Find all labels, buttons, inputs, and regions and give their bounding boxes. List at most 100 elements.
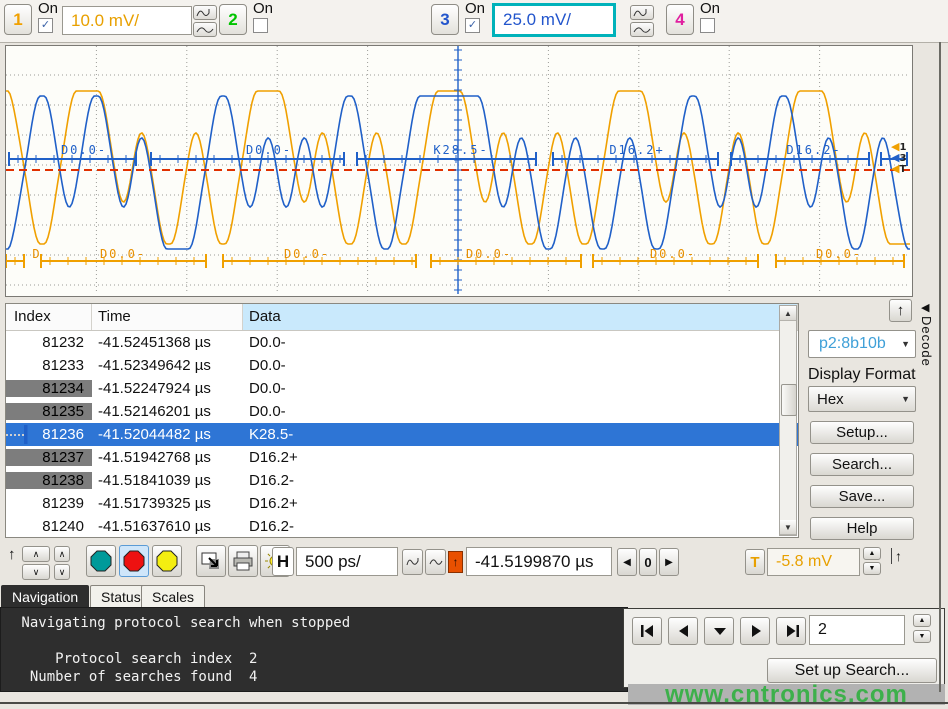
channel-1-checkbox[interactable]: ✓ — [38, 18, 53, 33]
table-scrollbar[interactable]: ▲ ▼ — [779, 305, 797, 536]
cell-time: -41.52349642 µs — [92, 357, 243, 374]
pan-up-button[interactable]: ∧ — [22, 546, 50, 562]
table-row[interactable]: 81240-41.51637610 µsD16.2- — [6, 515, 798, 538]
timebase-field[interactable]: 500 ps/ — [296, 547, 398, 576]
decode-tab-label[interactable]: Decode — [919, 316, 934, 367]
zoom-out-button[interactable]: ∨ — [54, 564, 70, 580]
trigger-up-icon[interactable]: ▲ — [863, 547, 881, 560]
save-button[interactable]: Save... — [810, 485, 914, 508]
channel-2-checkbox[interactable] — [253, 18, 268, 33]
cell-data: K28.5- — [243, 426, 798, 443]
nav-last-icon[interactable] — [776, 617, 806, 645]
help-button[interactable]: Help — [810, 517, 914, 540]
channel-3-waveform-icon[interactable] — [630, 22, 654, 37]
setup-search-button[interactable]: Set up Search... — [767, 658, 937, 683]
search-index-field[interactable]: 2 — [809, 615, 905, 645]
stop-button[interactable] — [119, 545, 149, 577]
scroll-down-icon[interactable]: ▼ — [780, 520, 796, 535]
setup-button[interactable]: Setup... — [810, 421, 914, 444]
channel-4-button[interactable]: 4 — [666, 4, 694, 35]
column-header-time[interactable]: Time — [92, 304, 243, 330]
step-right-icon[interactable]: ▶ — [659, 548, 679, 576]
timebase-sine-icon[interactable] — [425, 549, 446, 575]
display-format-label: Display Format — [808, 366, 916, 384]
channel-1-button[interactable]: 1 — [4, 4, 32, 35]
table-row[interactable]: 81234-41.52247924 µsD0.0- — [6, 377, 798, 400]
tab-scales[interactable]: Scales — [141, 585, 205, 608]
trigger-down-icon[interactable]: ▼ — [863, 562, 881, 575]
decode-label: D16.2+ — [609, 143, 664, 157]
decode-label: D0.0- — [100, 247, 146, 261]
cell-data: D0.0- — [243, 334, 798, 351]
message-panel: Navigating protocol search when stopped … — [0, 607, 628, 692]
single-button[interactable] — [152, 545, 182, 577]
nav-previous-icon[interactable] — [668, 617, 698, 645]
nav-next-icon[interactable] — [740, 617, 770, 645]
cell-idx: 81238 — [6, 472, 92, 489]
display-format-dropdown[interactable]: Hex ▼ — [808, 386, 916, 412]
trigger-level-field[interactable]: -5.8 mV — [767, 548, 860, 576]
channel-3-checkbox[interactable]: ✓ — [465, 18, 480, 33]
decode-source-value: p2:8b10b — [819, 335, 886, 353]
channel-3-waveform-up-icon[interactable] — [630, 5, 654, 20]
cell-data: D16.2+ — [243, 449, 798, 466]
table-row[interactable]: 81235-41.52146201 µsD0.0- — [6, 400, 798, 423]
channel-2-button[interactable]: 2 — [219, 4, 247, 35]
timebase-small-icon[interactable] — [402, 549, 423, 575]
channel-4-checkbox[interactable] — [700, 18, 715, 33]
cell-idx: 81235 — [6, 403, 92, 420]
channel-edge-marker[interactable]: ◀T — [891, 163, 906, 175]
table-row[interactable]: 81232-41.52451368 µsD0.0- — [6, 331, 798, 354]
print-icon[interactable] — [228, 545, 258, 577]
table-row[interactable]: 81237-41.51942768 µsD16.2+ — [6, 446, 798, 469]
table-row[interactable]: 81233-41.52349642 µsD0.0- — [6, 354, 798, 377]
cell-data: D0.0- — [243, 403, 798, 420]
channel-1-waveform-icon[interactable] — [193, 22, 217, 37]
pan-down-button[interactable]: ∨ — [22, 564, 50, 580]
decode-source-dropdown[interactable]: p2:8b10b ▼ — [808, 330, 916, 358]
waveform-display[interactable]: D0.0-D0.0-K28.5-D16.2+D16.2-DD0.0-D0.0-D… — [5, 45, 913, 297]
message-text: Navigating protocol search when stopped … — [1, 608, 627, 686]
tab-navigation[interactable]: Navigation — [1, 585, 89, 608]
cell-data: D0.0- — [243, 357, 798, 374]
decode-label: D0.0- — [246, 143, 292, 157]
search-index-down-icon[interactable]: ▼ — [913, 630, 931, 643]
column-header-data[interactable]: Data — [243, 304, 798, 330]
nav-first-icon[interactable] — [632, 617, 662, 645]
search-button[interactable]: Search... — [810, 453, 914, 476]
scrollbar-thumb[interactable] — [781, 384, 797, 416]
position-field[interactable]: -41.5199870 µs — [466, 547, 612, 576]
horizontal-controls: ↑ ∧ ∨ ∧ ∨ H 500 ps/ ↑ -41.5199870 µs ◀ 0… — [0, 543, 948, 585]
trigger-button[interactable]: T — [745, 549, 765, 575]
zoom-in-button[interactable]: ∧ — [54, 546, 70, 562]
channel-3-scale-input[interactable]: 25.0 mV/ — [492, 3, 616, 37]
cell-idx: 81240 — [6, 518, 92, 535]
channel-toolbar: 1 On ✓ 10.0 mV/ 2 On 3 On ✓ 25.0 mV/ 4 O… — [0, 0, 948, 43]
table-row[interactable]: 81236-41.52044482 µsK28.5- — [6, 423, 798, 446]
search-index-up-icon[interactable]: ▲ — [913, 614, 931, 627]
run-button[interactable] — [86, 545, 116, 577]
nav-stop-icon[interactable] — [704, 617, 734, 645]
channel-marker-label: T — [899, 164, 906, 175]
marker-up-icon: ↑ — [8, 546, 16, 563]
channel-2-on-label: On — [253, 0, 273, 17]
decode-tab-arrow-icon[interactable]: ◀ — [921, 301, 929, 314]
cell-data: D16.2- — [243, 518, 798, 535]
collapse-up-icon[interactable]: ↑ — [889, 299, 912, 322]
export-icon[interactable] — [196, 545, 226, 577]
table-row[interactable]: 81239-41.51739325 µsD16.2+ — [6, 492, 798, 515]
table-row[interactable]: 81238-41.51841039 µsD16.2- — [6, 469, 798, 492]
horizontal-button[interactable]: H — [272, 547, 294, 576]
channel-1-scale-input[interactable]: 10.0 mV/ — [62, 6, 192, 35]
zero-position-button[interactable]: 0 — [639, 548, 657, 576]
cell-time: -41.51637610 µs — [92, 518, 243, 535]
trigger-position-icon[interactable]: ↑ — [448, 551, 463, 573]
step-left-icon[interactable]: ◀ — [617, 548, 637, 576]
channel-1-waveform-up-icon[interactable] — [193, 5, 217, 20]
decode-label: D0.0- — [61, 143, 107, 157]
column-header-index[interactable]: Index — [6, 304, 92, 330]
scroll-up-icon[interactable]: ▲ — [780, 306, 796, 321]
cell-data: D0.0- — [243, 380, 798, 397]
decode-label: D0.0- — [816, 247, 862, 261]
channel-3-button[interactable]: 3 — [431, 4, 459, 35]
